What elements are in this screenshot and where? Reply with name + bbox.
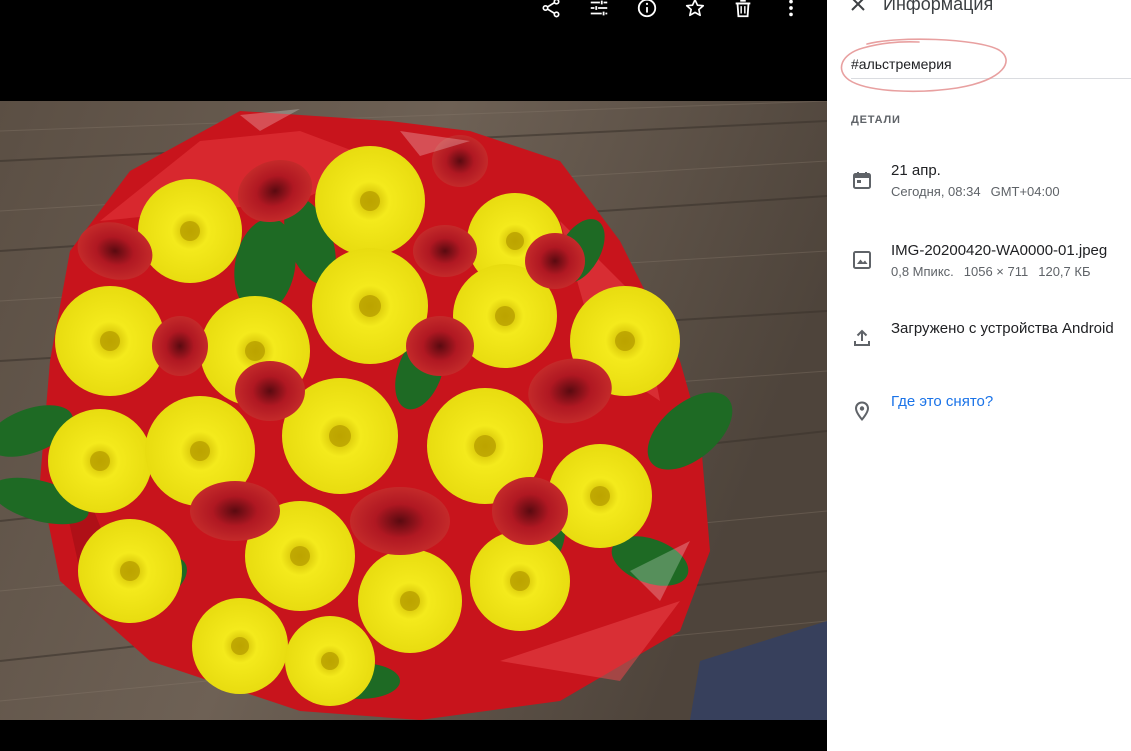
info-panel: Информация ДЕТАЛИ 21 апр. Сегодня, 08:34… bbox=[827, 0, 1131, 751]
upload-text: Загружено с устройства Android bbox=[891, 320, 1114, 337]
info-button[interactable] bbox=[633, 0, 661, 22]
edit-adjust-icon bbox=[590, 0, 608, 16]
file-meta: 0,8 Мпикс. 1056 × 711 120,7 КБ bbox=[891, 262, 1107, 282]
favorite-button[interactable] bbox=[681, 0, 709, 22]
flower-bouquet-photo bbox=[0, 101, 827, 720]
location-link[interactable]: Где это снято? bbox=[891, 391, 993, 413]
upload-detail: Загружено с устройства Android bbox=[851, 318, 1131, 349]
file-megapixels: 0,8 Мпикс. bbox=[891, 264, 954, 279]
edit-button[interactable] bbox=[585, 0, 613, 22]
file-dimensions: 1056 × 711 bbox=[963, 264, 1029, 279]
photo-viewer bbox=[0, 0, 827, 751]
date-text: 21 апр. bbox=[891, 162, 941, 179]
file-name: IMG-20200420-WA0000-01.jpeg bbox=[891, 242, 1108, 259]
star-icon bbox=[685, 0, 705, 17]
share-button[interactable] bbox=[537, 0, 565, 22]
delete-button[interactable] bbox=[729, 0, 757, 22]
panel-title: Информация bbox=[883, 0, 994, 14]
panel-header: Информация bbox=[847, 0, 993, 16]
more-options-button[interactable] bbox=[777, 0, 805, 22]
close-button[interactable] bbox=[847, 0, 869, 15]
share-icon bbox=[542, 0, 560, 18]
viewer-toolbar bbox=[537, 0, 805, 28]
image-icon bbox=[851, 249, 873, 271]
more-vert-icon bbox=[789, 0, 793, 17]
calendar-icon bbox=[851, 169, 873, 191]
file-detail: IMG-20200420-WA0000-01.jpeg 0,8 Мпикс. 10… bbox=[851, 240, 1131, 282]
time-text: Сегодня, 08:34 bbox=[891, 184, 981, 199]
file-size: 120,7 КБ bbox=[1038, 264, 1091, 279]
description-input[interactable] bbox=[851, 52, 1131, 76]
info-icon bbox=[637, 0, 657, 18]
location-detail[interactable]: Где это снято? bbox=[851, 391, 1131, 422]
upload-icon bbox=[851, 327, 873, 349]
location-pin-icon bbox=[851, 400, 873, 422]
close-icon bbox=[851, 0, 865, 11]
trash-icon bbox=[735, 0, 751, 18]
date-detail[interactable]: 21 апр. Сегодня, 08:34 GMT+04:00 bbox=[851, 160, 1131, 202]
details-section-label: ДЕТАЛИ bbox=[851, 114, 901, 126]
timezone-text: GMT+04:00 bbox=[990, 184, 1060, 199]
date-subtext: Сегодня, 08:34 GMT+04:00 bbox=[891, 182, 1060, 202]
description-field[interactable] bbox=[851, 52, 1131, 79]
